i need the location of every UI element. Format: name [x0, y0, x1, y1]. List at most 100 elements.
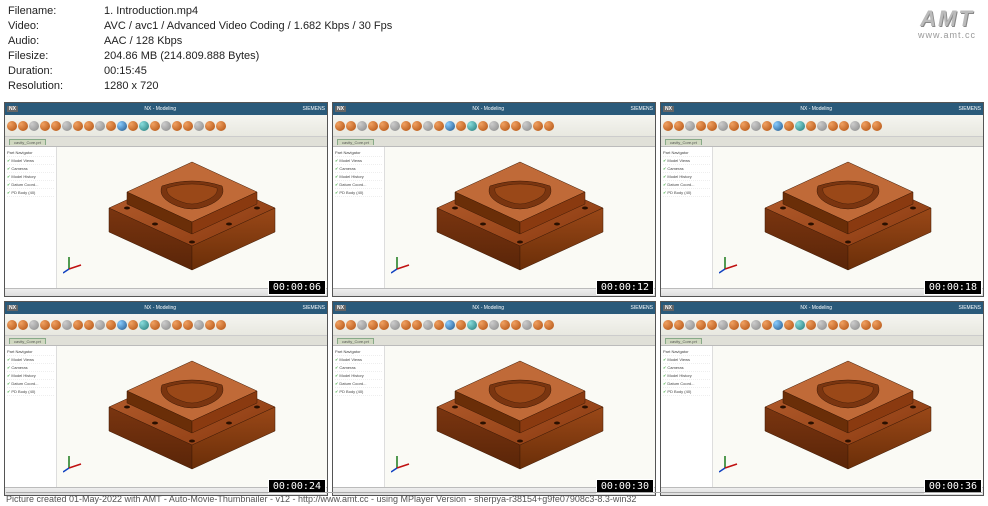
- ribbon-icon[interactable]: [117, 121, 127, 131]
- ribbon-icon[interactable]: [150, 320, 160, 330]
- ribbon-icon[interactable]: [368, 320, 378, 330]
- ribbon-toolbar[interactable]: [333, 314, 655, 336]
- nav-item[interactable]: ✔Model History: [335, 173, 382, 181]
- nav-item[interactable]: ✔Model History: [663, 372, 710, 380]
- ribbon-icon[interactable]: [150, 121, 160, 131]
- nav-item[interactable]: ✔Model History: [335, 372, 382, 380]
- ribbon-icon[interactable]: [478, 320, 488, 330]
- nav-item[interactable]: ✔Datum Coord...: [335, 181, 382, 189]
- ribbon-icon[interactable]: [674, 320, 684, 330]
- ribbon-icon[interactable]: [696, 320, 706, 330]
- nav-item[interactable]: ✔Model History: [663, 173, 710, 181]
- 3d-viewport[interactable]: [713, 147, 983, 288]
- ribbon-icon[interactable]: [390, 320, 400, 330]
- ribbon-icon[interactable]: [7, 320, 17, 330]
- part-navigator[interactable]: Part Navigator ✔Model Views ✔Cameras ✔Mo…: [661, 346, 713, 487]
- ribbon-icon[interactable]: [467, 320, 477, 330]
- ribbon-icon[interactable]: [544, 121, 554, 131]
- ribbon-icon[interactable]: [663, 121, 673, 131]
- ribbon-icon[interactable]: [707, 320, 717, 330]
- ribbon-icon[interactable]: [379, 320, 389, 330]
- ribbon-icon[interactable]: [696, 121, 706, 131]
- ribbon-icon[interactable]: [740, 121, 750, 131]
- ribbon-icon[interactable]: [29, 320, 39, 330]
- active-tab[interactable]: cavity_Core.prt: [337, 338, 374, 344]
- nav-item[interactable]: ✔Datum Coord...: [7, 181, 54, 189]
- nav-item[interactable]: ✔Cameras: [7, 364, 54, 372]
- ribbon-icon[interactable]: [216, 121, 226, 131]
- ribbon-icon[interactable]: [839, 121, 849, 131]
- ribbon-icon[interactable]: [194, 320, 204, 330]
- nav-item[interactable]: ✔PD Body (40): [335, 189, 382, 197]
- ribbon-toolbar[interactable]: [333, 115, 655, 137]
- document-tabs[interactable]: cavity_Core.prt: [333, 336, 655, 346]
- ribbon-icon[interactable]: [663, 320, 673, 330]
- ribbon-icon[interactable]: [522, 121, 532, 131]
- ribbon-icon[interactable]: [533, 121, 543, 131]
- ribbon-icon[interactable]: [511, 320, 521, 330]
- ribbon-icon[interactable]: [95, 121, 105, 131]
- 3d-viewport[interactable]: [713, 346, 983, 487]
- ribbon-icon[interactable]: [707, 121, 717, 131]
- document-tabs[interactable]: cavity_Core.prt: [661, 137, 983, 147]
- ribbon-icon[interactable]: [106, 121, 116, 131]
- ribbon-icon[interactable]: [817, 320, 827, 330]
- ribbon-icon[interactable]: [84, 320, 94, 330]
- ribbon-icon[interactable]: [412, 121, 422, 131]
- ribbon-icon[interactable]: [751, 320, 761, 330]
- active-tab[interactable]: cavity_Core.prt: [665, 338, 702, 344]
- ribbon-icon[interactable]: [139, 320, 149, 330]
- document-tabs[interactable]: cavity_Core.prt: [661, 336, 983, 346]
- ribbon-icon[interactable]: [456, 320, 466, 330]
- ribbon-icon[interactable]: [183, 320, 193, 330]
- ribbon-icon[interactable]: [434, 121, 444, 131]
- ribbon-icon[interactable]: [445, 121, 455, 131]
- ribbon-icon[interactable]: [51, 320, 61, 330]
- ribbon-icon[interactable]: [751, 121, 761, 131]
- ribbon-icon[interactable]: [401, 320, 411, 330]
- ribbon-icon[interactable]: [357, 121, 367, 131]
- ribbon-icon[interactable]: [522, 320, 532, 330]
- nav-item[interactable]: ✔Model History: [7, 173, 54, 181]
- ribbon-icon[interactable]: [205, 121, 215, 131]
- ribbon-icon[interactable]: [423, 121, 433, 131]
- nav-item[interactable]: Part Navigator: [7, 348, 54, 356]
- ribbon-icon[interactable]: [128, 121, 138, 131]
- ribbon-icon[interactable]: [511, 121, 521, 131]
- ribbon-icon[interactable]: [806, 320, 816, 330]
- ribbon-icon[interactable]: [216, 320, 226, 330]
- ribbon-icon[interactable]: [817, 121, 827, 131]
- ribbon-icon[interactable]: [795, 121, 805, 131]
- ribbon-icon[interactable]: [500, 320, 510, 330]
- nav-item[interactable]: ✔Model History: [7, 372, 54, 380]
- ribbon-icon[interactable]: [729, 320, 739, 330]
- nav-item[interactable]: ✔Datum Coord...: [7, 380, 54, 388]
- ribbon-icon[interactable]: [456, 121, 466, 131]
- nav-item[interactable]: Part Navigator: [335, 149, 382, 157]
- ribbon-icon[interactable]: [401, 121, 411, 131]
- ribbon-icon[interactable]: [62, 320, 72, 330]
- ribbon-icon[interactable]: [740, 320, 750, 330]
- ribbon-icon[interactable]: [445, 320, 455, 330]
- part-navigator[interactable]: Part Navigator ✔Model Views ✔Cameras ✔Mo…: [333, 147, 385, 288]
- nav-item[interactable]: ✔Datum Coord...: [663, 380, 710, 388]
- ribbon-icon[interactable]: [729, 121, 739, 131]
- ribbon-icon[interactable]: [412, 320, 422, 330]
- ribbon-icon[interactable]: [828, 320, 838, 330]
- ribbon-toolbar[interactable]: [5, 314, 327, 336]
- ribbon-icon[interactable]: [839, 320, 849, 330]
- ribbon-icon[interactable]: [861, 320, 871, 330]
- nav-item[interactable]: ✔Model Views: [7, 356, 54, 364]
- ribbon-icon[interactable]: [95, 320, 105, 330]
- ribbon-icon[interactable]: [806, 121, 816, 131]
- ribbon-icon[interactable]: [390, 121, 400, 131]
- ribbon-icon[interactable]: [423, 320, 433, 330]
- ribbon-icon[interactable]: [40, 121, 50, 131]
- ribbon-icon[interactable]: [335, 320, 345, 330]
- nav-item[interactable]: ✔Model Views: [335, 157, 382, 165]
- ribbon-icon[interactable]: [161, 320, 171, 330]
- ribbon-icon[interactable]: [861, 121, 871, 131]
- part-navigator[interactable]: Part Navigator ✔Model Views ✔Cameras ✔Mo…: [5, 346, 57, 487]
- ribbon-icon[interactable]: [872, 121, 882, 131]
- ribbon-icon[interactable]: [434, 320, 444, 330]
